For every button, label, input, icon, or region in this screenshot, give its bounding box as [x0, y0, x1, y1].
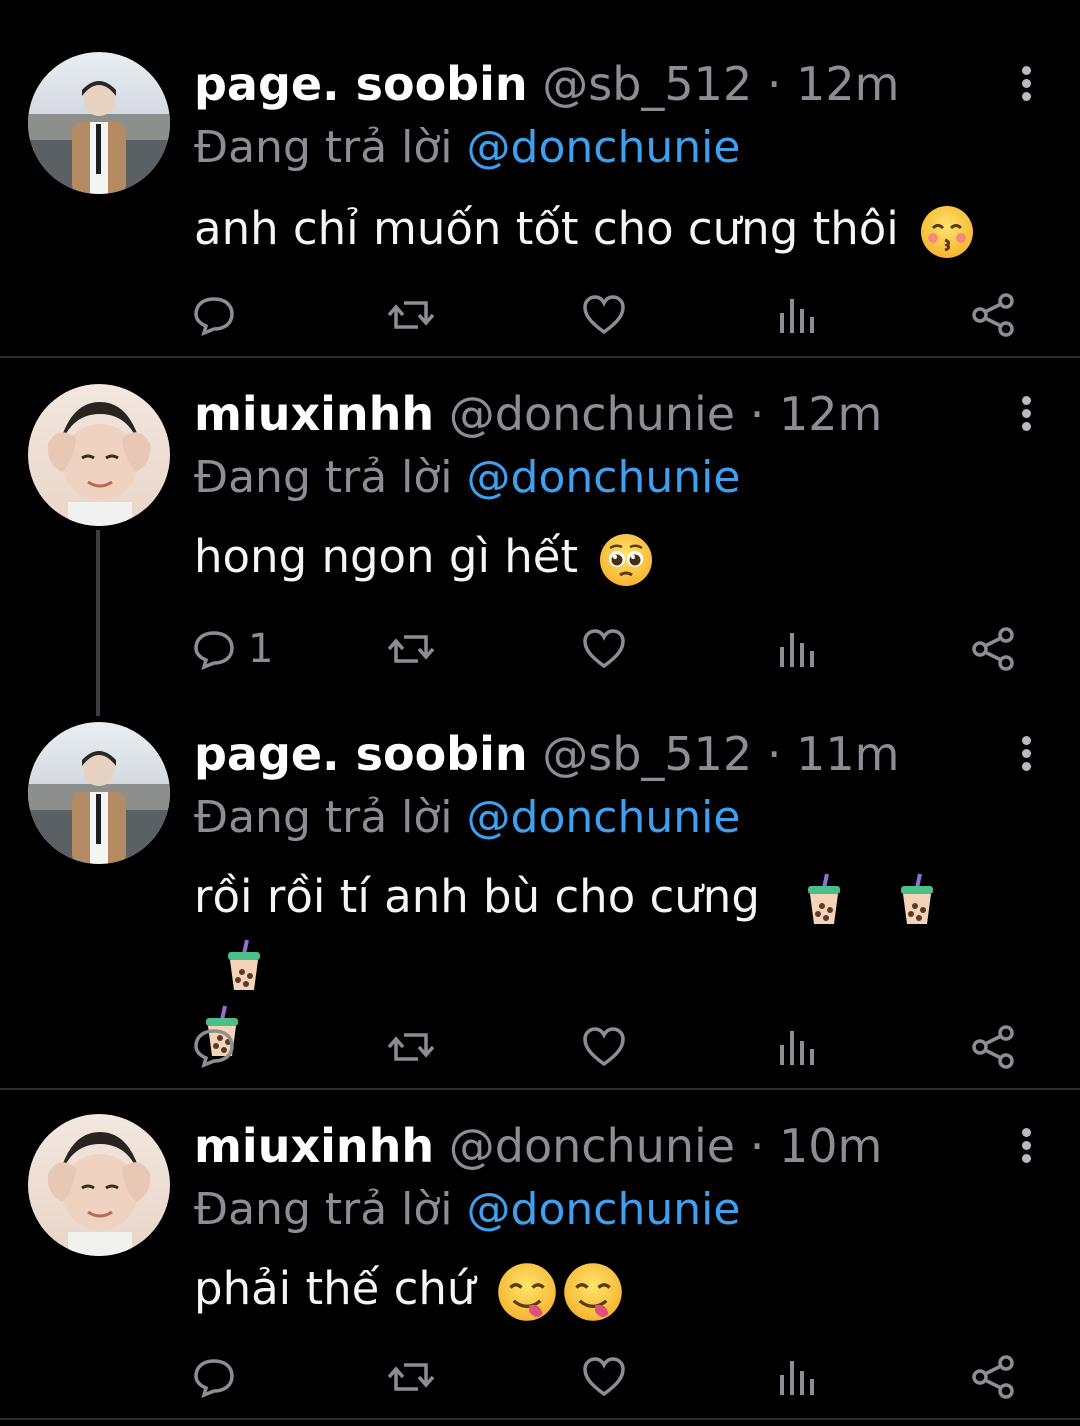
views-icon[interactable]: [776, 1352, 820, 1402]
tweet-text-content: anh chỉ muốn tốt cho cưng thôi: [194, 202, 899, 255]
heart-icon[interactable]: [580, 1352, 628, 1402]
tweet[interactable]: page. soobin @sb_512 · 12m Đang trả lời …: [0, 0, 1080, 358]
tweet-text-content: phải thế chứ: [194, 1262, 476, 1315]
avatar[interactable]: [28, 384, 170, 526]
share-icon[interactable]: [970, 624, 1016, 674]
retweet-icon[interactable]: [386, 290, 436, 340]
retweet-icon[interactable]: [386, 624, 436, 674]
heart-icon[interactable]: [580, 624, 628, 674]
user-handle[interactable]: @donchunie: [449, 1119, 735, 1173]
more-vertical-icon[interactable]: [1016, 62, 1036, 112]
reply-context: Đang trả lời @donchunie: [194, 120, 740, 176]
tweet-text: phải thế chứ: [194, 1256, 1024, 1323]
user-handle[interactable]: @sb_512: [542, 57, 752, 111]
more-vertical-icon[interactable]: [1016, 392, 1036, 442]
tweet-text: hong ngon gì hết: [194, 524, 1024, 590]
heart-icon[interactable]: [580, 290, 628, 340]
avatar[interactable]: [28, 722, 170, 864]
display-name[interactable]: page. soobin: [194, 57, 528, 111]
retweet-icon[interactable]: [386, 1352, 436, 1402]
reply-context: Đang trả lời @donchunie: [194, 450, 740, 506]
user-handle[interactable]: @donchunie: [449, 387, 735, 441]
reply-icon[interactable]: [190, 290, 238, 340]
avatar[interactable]: [28, 1114, 170, 1256]
timestamp[interactable]: · 12m: [767, 57, 900, 111]
views-icon[interactable]: [776, 624, 820, 674]
timestamp[interactable]: · 12m: [750, 387, 883, 441]
display-name[interactable]: miuxinhh: [194, 1119, 434, 1173]
kissing-face-emoji: [919, 204, 975, 260]
share-icon[interactable]: [970, 1022, 1016, 1072]
timestamp[interactable]: · 11m: [767, 727, 900, 781]
reply-icon[interactable]: [190, 1352, 238, 1402]
share-icon[interactable]: [970, 290, 1016, 340]
yummy-face-emoji: [562, 1261, 624, 1323]
mention-link[interactable]: @donchunie: [467, 122, 741, 173]
views-icon[interactable]: [776, 1022, 820, 1072]
bubble-tea-emoji: [796, 872, 852, 928]
reply-prefix: Đang trả lời: [194, 452, 467, 503]
mention-link[interactable]: @donchunie: [467, 792, 741, 843]
tweet[interactable]: miuxinhh @donchunie · 12m Đang trả lời @…: [0, 358, 1080, 698]
heart-icon[interactable]: [580, 1022, 628, 1072]
reply-prefix: Đang trả lời: [194, 1184, 467, 1235]
mention-link[interactable]: @donchunie: [467, 1184, 741, 1235]
reply-icon[interactable]: 1: [190, 624, 273, 674]
divider: [0, 1418, 1080, 1420]
display-name[interactable]: page. soobin: [194, 727, 528, 781]
tweet[interactable]: page. soobin @sb_512 · 11m Đang trả lời …: [0, 698, 1080, 1088]
tweet[interactable]: miuxinhh @donchunie · 10m Đang trả lời @…: [0, 1090, 1080, 1426]
reply-count: 1: [248, 626, 274, 672]
reply-prefix: Đang trả lời: [194, 122, 467, 173]
reply-context: Đang trả lời @donchunie: [194, 790, 740, 846]
retweet-icon[interactable]: [386, 1022, 436, 1072]
timestamp[interactable]: · 10m: [750, 1119, 883, 1173]
share-icon[interactable]: [970, 1352, 1016, 1402]
mention-link[interactable]: @donchunie: [467, 452, 741, 503]
reply-context: Đang trả lời @donchunie: [194, 1182, 740, 1238]
avatar[interactable]: [28, 52, 170, 194]
more-vertical-icon[interactable]: [1016, 1124, 1036, 1174]
reply-icon[interactable]: [190, 1022, 238, 1072]
reply-prefix: Đang trả lời: [194, 792, 467, 843]
bubble-tea-emoji: [216, 938, 272, 994]
yummy-face-emoji: [496, 1261, 558, 1323]
views-icon[interactable]: [776, 290, 820, 340]
tweet-text-content: hong ngon gì hết: [194, 530, 579, 583]
more-vertical-icon[interactable]: [1016, 732, 1036, 782]
display-name[interactable]: miuxinhh: [194, 387, 434, 441]
tweet-text-content: rồi rồi tí anh bù cho cưng: [194, 870, 760, 923]
user-handle[interactable]: @sb_512: [542, 727, 752, 781]
pleading-face-emoji: [598, 532, 654, 588]
tweet-text: anh chỉ muốn tốt cho cưng thôi: [194, 196, 1024, 262]
bubble-tea-emoji: [889, 872, 945, 928]
